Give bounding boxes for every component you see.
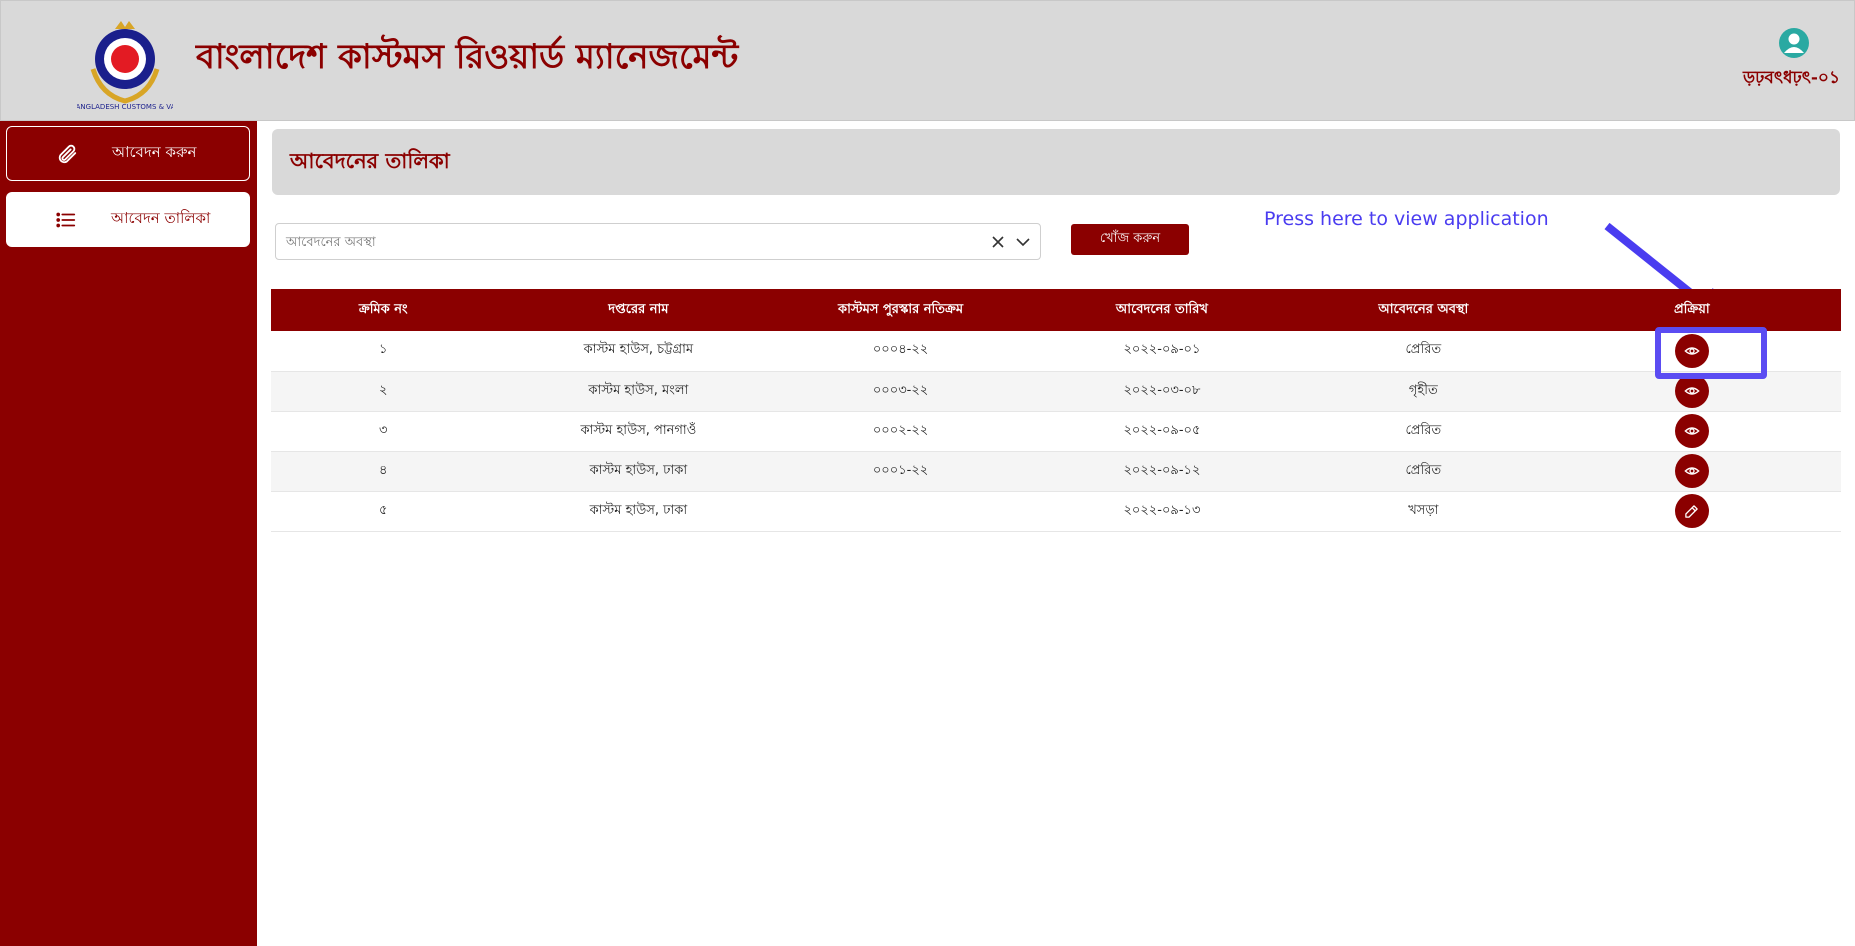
page-header: আবেদনের তালিকা [272, 129, 1840, 195]
cell-serial: ৫ [379, 502, 388, 518]
cell-status: প্রেরিত [1405, 462, 1442, 478]
sidebar-item-application-list[interactable]: আবেদন তালিকা [6, 192, 250, 247]
cell-serial: ৪ [379, 462, 388, 478]
sidebar-item-label: আবেদন করুন [112, 143, 197, 161]
edit-application-button[interactable] [1674, 494, 1709, 528]
chevron-down-icon[interactable] [1014, 233, 1032, 251]
cell-reward-no: ০০০৩-২২ [872, 382, 929, 398]
cell-reward-no: ০০০৪-২২ [872, 342, 929, 358]
column-header-serial: ক্রমিক নং [358, 301, 408, 317]
app-title: বাংলাদেশ কাস্টমস রিওয়ার্ড ম্যানেজমেন্ট [196, 37, 739, 77]
table-row: ৪ কাস্টম হাউস, ঢাকা ০০০১-২২ ২০২২-০৯-১২ প… [271, 451, 1841, 491]
cell-serial: ২ [379, 382, 388, 398]
column-header-office: দপ্তরের নাম [608, 301, 669, 317]
cell-serial: ৩ [379, 422, 388, 438]
logo-text: BANGLADESH CUSTOMS & VAT [77, 103, 173, 111]
table-header-row: ক্রমিক নং দপ্তরের নাম কাস্টমস পুরস্কার ন… [271, 289, 1841, 331]
cell-status: গৃহীত [1408, 382, 1438, 398]
app-header: BANGLADESH CUSTOMS & VAT বাংলাদেশ কাস্টম… [0, 0, 1855, 121]
cell-date: ২০২২-০৩-০৮ [1123, 382, 1201, 398]
cell-office: কাস্টম হাউস, ঢাকা [589, 462, 688, 478]
cell-serial: ১ [379, 342, 388, 358]
page-title: আবেদনের তালিকা [290, 148, 450, 173]
cell-status: প্রেরিত [1405, 422, 1442, 438]
paperclip-icon [55, 142, 79, 166]
column-header-reward-no: কাস্টমস পুরস্কার নতিক্রম [837, 301, 964, 317]
cell-office: কাস্টম হাউস, ঢাকা [589, 502, 688, 518]
sidebar-item-apply[interactable]: আবেদন করুন [6, 126, 250, 181]
table-row: ১ কাস্টম হাউস, চট্টগ্রাম ০০০৪-২২ ২০২২-০৯… [271, 331, 1841, 371]
column-header-date: আবেদনের তারিখ [1115, 301, 1208, 317]
eye-icon [1684, 467, 1700, 475]
clear-icon[interactable] [989, 233, 1007, 251]
eye-icon [1684, 347, 1700, 355]
cell-status: খসড়া [1408, 502, 1439, 518]
view-application-button[interactable] [1674, 333, 1709, 368]
status-select-placeholder: আবেদনের অবস্থা [286, 235, 376, 250]
cell-date: ২০২২-০৯-০৫ [1123, 422, 1201, 438]
cell-reward-no [781, 491, 1020, 531]
table-row: ৩ কাস্টম হাউস, পানগাওঁ ০০০২-২২ ২০২২-০৯-০… [271, 411, 1841, 451]
status-select[interactable]: আবেদনের অবস্থা [275, 223, 1041, 260]
view-application-button[interactable] [1674, 414, 1709, 448]
sidebar: আবেদন করুন আবেদন তালিকা [0, 121, 257, 946]
list-icon [54, 208, 78, 232]
user-name[interactable]: ড়ঢ়বৎধঢ়ৎ-০১ [1743, 65, 1840, 93]
view-application-button[interactable] [1674, 454, 1709, 488]
search-button[interactable]: খোঁজ করুন [1071, 224, 1189, 255]
cell-date: ২০২২-০৯-১৩ [1123, 502, 1201, 518]
view-application-button[interactable] [1674, 374, 1709, 408]
annotation-text: Press here to view application [1264, 208, 1549, 230]
eye-icon [1684, 427, 1700, 435]
customs-logo: BANGLADESH CUSTOMS & VAT [77, 21, 173, 111]
cell-office: কাস্টম হাউস, মংলা [588, 382, 689, 398]
cell-reward-no: ০০০২-২২ [872, 422, 929, 438]
cell-date: ২০২২-০৯-১২ [1123, 462, 1201, 478]
cell-date: ২০২২-০৯-০১ [1123, 342, 1201, 358]
table-row: ৫ কাস্টম হাউস, ঢাকা ২০২২-০৯-১৩ খসড়া [271, 491, 1841, 531]
column-header-action: প্রক্রিয়া [1673, 301, 1710, 317]
pencil-icon [1685, 504, 1699, 518]
column-header-status: আবেদনের অবস্থা [1378, 301, 1469, 317]
cell-status: প্রেরিত [1405, 342, 1442, 358]
application-table: ক্রমিক নং দপ্তরের নাম কাস্টমস পুরস্কার ন… [271, 289, 1841, 532]
cell-reward-no: ০০০১-২২ [872, 462, 929, 478]
cell-office: কাস্টম হাউস, পানগাওঁ [580, 422, 697, 438]
sidebar-item-label: আবেদন তালিকা [111, 209, 211, 227]
table-row: ২ কাস্টম হাউস, মংলা ০০০৩-২২ ২০২২-০৩-০৮ গ… [271, 371, 1841, 411]
eye-icon [1684, 387, 1700, 395]
cell-office: কাস্টম হাউস, চট্টগ্রাম [583, 342, 694, 358]
user-avatar-icon[interactable] [1778, 27, 1810, 59]
